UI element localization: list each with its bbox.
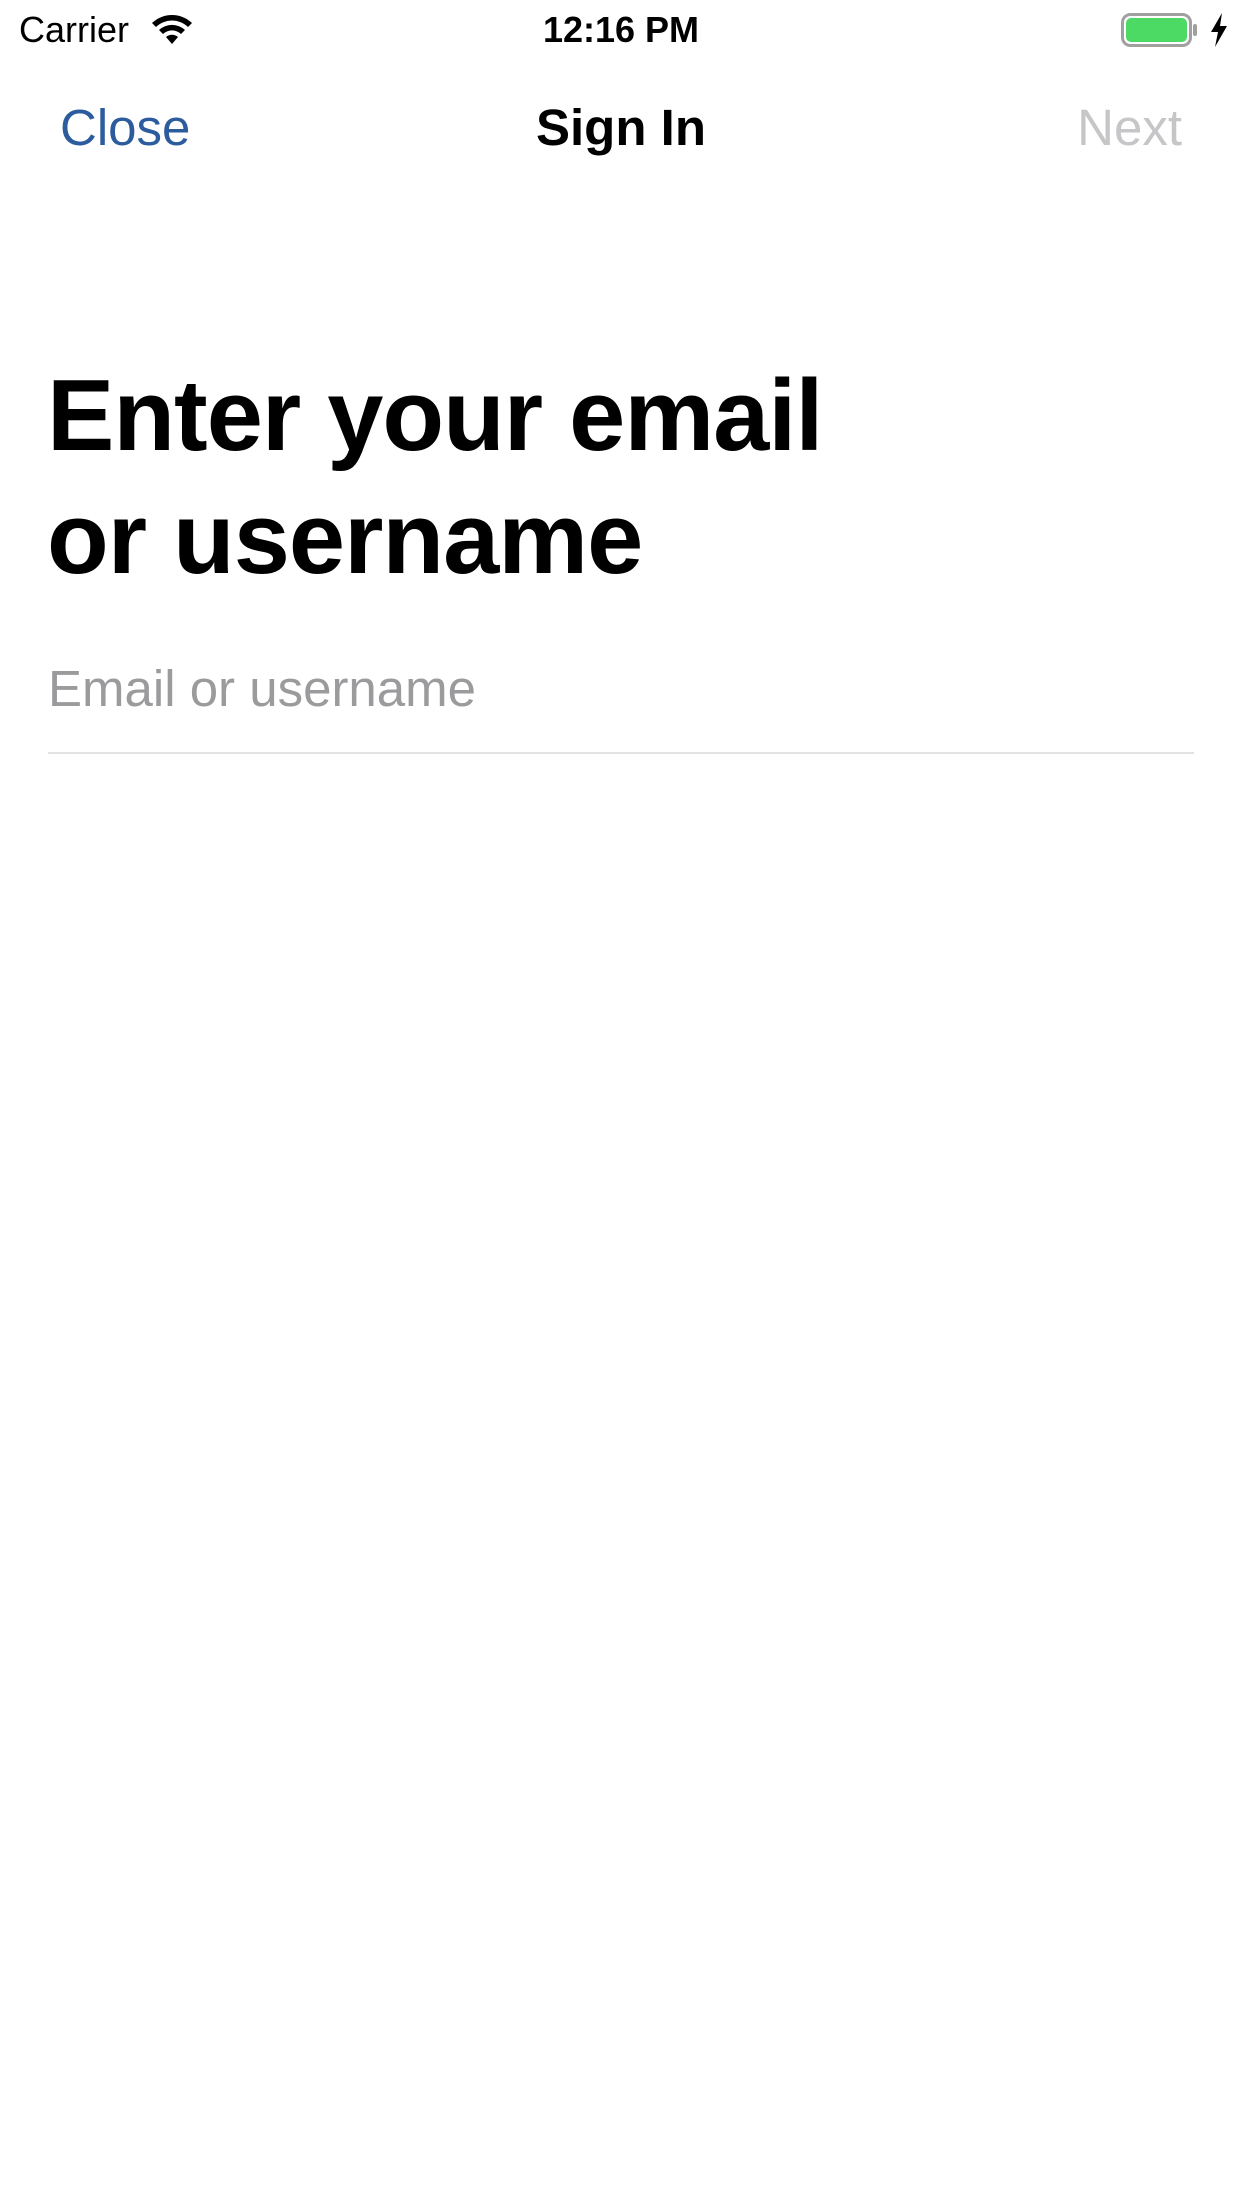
prompt-heading: Enter your email or username (47, 355, 1147, 601)
navigation-bar: Close Sign In Next (0, 88, 1242, 168)
charging-bolt-icon (1211, 13, 1227, 47)
battery-icon (1121, 13, 1197, 47)
status-bar: Carrier 12:16 PM (0, 0, 1242, 60)
prompt-heading-line-1: Enter your email (47, 360, 823, 472)
next-button[interactable]: Next (1077, 96, 1182, 160)
email-or-username-input[interactable] (48, 648, 1194, 728)
page-title: Sign In (536, 99, 706, 156)
email-field-container (48, 648, 1194, 754)
status-time: 12:16 PM (542, 9, 700, 50)
prompt-heading-line-2: or username (47, 483, 643, 595)
